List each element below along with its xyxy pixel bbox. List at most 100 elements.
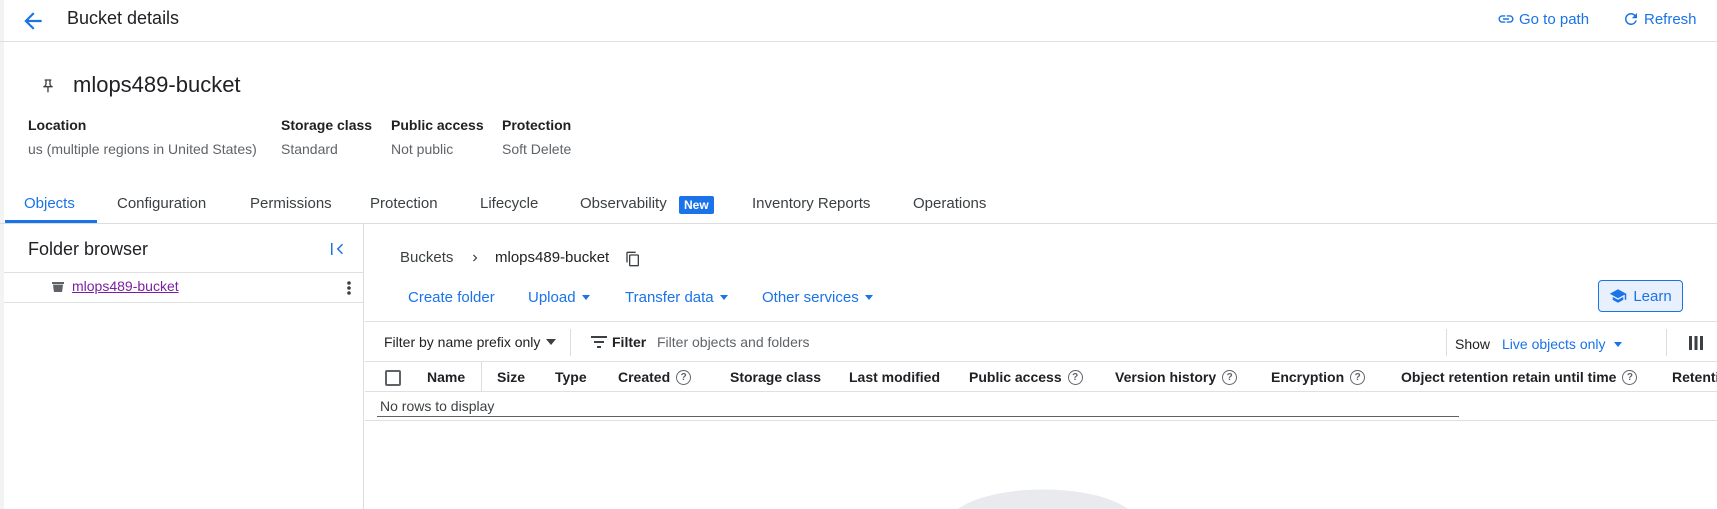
transfer-data-button[interactable]: Transfer data <box>625 289 728 306</box>
column-size-label: Size <box>497 369 526 385</box>
filter-mode-select[interactable]: Filter by name prefix only <box>384 334 557 350</box>
other-services-button[interactable]: Other services <box>762 289 873 306</box>
protection-label: Protection <box>502 117 572 133</box>
folder-browser-title: Folder browser <box>28 239 149 259</box>
filter-icon <box>591 336 607 348</box>
tree-bucket-link[interactable]: mlops489-bucket <box>72 278 179 294</box>
divider <box>570 329 571 356</box>
filter-input[interactable] <box>657 330 1437 354</box>
other-services-label: Other services <box>762 289 859 306</box>
new-badge: New <box>679 196 714 214</box>
upload-label: Upload <box>528 289 576 306</box>
pin-glyph <box>43 79 53 93</box>
public-access-value: Not public <box>391 141 454 157</box>
divider <box>1446 329 1447 356</box>
copy-icon[interactable] <box>625 251 641 267</box>
tab-bar: Objects Configuration Permissions Protec… <box>0 189 1717 224</box>
public-access-label: Public access <box>391 117 484 133</box>
more-vert-icon[interactable] <box>346 280 352 296</box>
bucket-name: mlops489-bucket <box>73 72 241 97</box>
column-display-icon[interactable] <box>1689 336 1703 350</box>
show-objects-select[interactable]: Live objects only <box>1502 336 1622 352</box>
create-folder-button[interactable]: Create folder <box>408 289 495 306</box>
page-title: Bucket details <box>67 8 180 28</box>
empty-table-message: No rows to display <box>380 398 495 414</box>
top-bar <box>0 0 1717 42</box>
link-icon <box>1498 15 1514 23</box>
tab-operations[interactable]: Operations <box>913 195 986 212</box>
column-name[interactable]: Name <box>427 369 465 385</box>
dropdown-caret-icon <box>864 295 873 300</box>
show-objects-value: Live objects only <box>1502 336 1606 352</box>
tab-objects[interactable]: Objects <box>24 195 75 212</box>
refresh-label: Refresh <box>1644 10 1697 28</box>
column-created[interactable]: Created? <box>618 369 692 385</box>
tab-permissions[interactable]: Permissions <box>250 195 332 212</box>
column-type-label: Type <box>555 369 587 385</box>
go-to-path-button[interactable]: Go to path <box>1497 10 1589 28</box>
tab-configuration[interactable]: Configuration <box>117 195 206 212</box>
column-version-history-label: Version history <box>1115 369 1217 385</box>
active-tab-indicator <box>5 220 97 223</box>
tab-observability[interactable]: Observability <box>580 195 667 212</box>
divider <box>4 302 364 303</box>
breadcrumb-current: mlops489-bucket <box>495 249 610 266</box>
protection-value: Soft Delete <box>502 141 572 157</box>
storage-class-value: Standard <box>281 141 338 157</box>
learn-button[interactable]: Learn <box>1598 280 1683 312</box>
empty-state-illustration <box>958 488 1128 509</box>
collapse-panel-button[interactable] <box>328 240 346 258</box>
dropdown-caret-icon <box>1613 341 1622 347</box>
collapse-left-icon <box>331 243 343 255</box>
dropdown-caret-icon <box>719 295 728 300</box>
pin-icon[interactable] <box>40 78 56 94</box>
location-value: us (multiple regions in United States) <box>28 141 257 157</box>
tab-lifecycle[interactable]: Lifecycle <box>480 195 538 212</box>
back-button[interactable] <box>20 8 46 34</box>
location-label: Location <box>28 117 87 133</box>
learn-label: Learn <box>1633 287 1672 305</box>
select-all-checkbox[interactable] <box>385 370 401 386</box>
column-last-modified-label: Last modified <box>849 369 941 385</box>
upload-button[interactable]: Upload <box>528 289 590 306</box>
show-label: Show <box>1455 336 1491 352</box>
column-name-label: Name <box>427 369 466 385</box>
column-resize-handle[interactable] <box>481 362 482 392</box>
go-to-path-label: Go to path <box>1519 10 1590 28</box>
help-icon[interactable]: ? <box>676 369 692 385</box>
create-folder-label: Create folder <box>408 289 495 306</box>
arrow-back-icon <box>24 12 42 30</box>
help-icon[interactable]: ? <box>1350 369 1366 385</box>
column-retention-label: Retenti <box>1672 369 1717 385</box>
breadcrumb-buckets[interactable]: Buckets <box>400 249 453 266</box>
column-object-retention-label: Object retention retain until time <box>1401 369 1617 385</box>
chevron-right-icon <box>468 251 482 265</box>
help-icon[interactable]: ? <box>1222 369 1238 385</box>
column-last-modified[interactable]: Last modified <box>849 369 940 385</box>
tab-inventory-reports[interactable]: Inventory Reports <box>752 195 870 212</box>
filter-mode-label: Filter by name prefix only <box>384 334 541 350</box>
column-public-access[interactable]: Public access? <box>969 369 1083 385</box>
divider <box>1666 329 1667 356</box>
tab-protection[interactable]: Protection <box>370 195 438 212</box>
transfer-data-label: Transfer data <box>625 289 714 306</box>
refresh-button[interactable]: Refresh <box>1622 10 1697 28</box>
divider <box>365 420 1717 421</box>
filter-label: Filter <box>612 334 647 350</box>
column-version-history[interactable]: Version history? <box>1115 369 1238 385</box>
help-icon[interactable]: ? <box>1622 369 1638 385</box>
column-size[interactable]: Size <box>497 369 525 385</box>
column-object-retention[interactable]: Object retention retain until time? <box>1401 369 1638 385</box>
column-created-label: Created <box>618 369 671 385</box>
column-encryption[interactable]: Encryption? <box>1271 369 1366 385</box>
school-icon <box>1610 289 1627 303</box>
column-storage-class-label: Storage class <box>730 369 822 385</box>
bucket-glyph <box>52 282 64 293</box>
column-retention[interactable]: Retenti <box>1672 369 1717 385</box>
help-icon[interactable]: ? <box>1067 369 1083 385</box>
column-type[interactable]: Type <box>555 369 587 385</box>
storage-class-label: Storage class <box>281 117 373 133</box>
divider <box>4 272 364 273</box>
column-public-access-label: Public access <box>969 369 1062 385</box>
column-storage-class[interactable]: Storage class <box>730 369 821 385</box>
